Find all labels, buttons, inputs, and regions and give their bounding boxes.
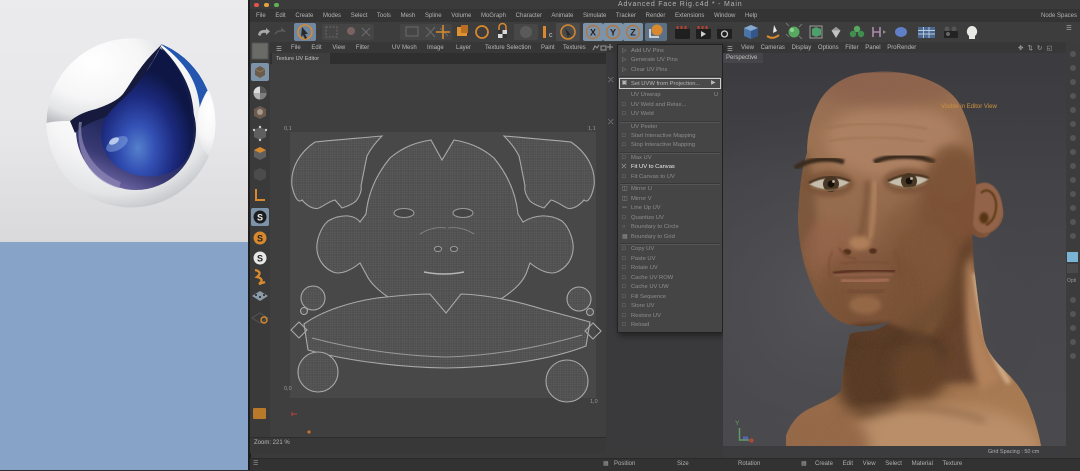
svg-text:Opti: Opti <box>1067 278 1076 284</box>
svg-text:0,1: 0,1 <box>284 126 292 132</box>
svg-text:c: c <box>549 32 553 39</box>
svg-text:X: X <box>590 28 596 38</box>
svg-text:1,0: 1,0 <box>590 399 598 405</box>
svg-text:S: S <box>257 254 263 264</box>
svg-text:Z: Z <box>630 28 636 38</box>
svg-text:Y: Y <box>735 420 740 427</box>
svg-text:1,1: 1,1 <box>588 126 596 132</box>
svg-text:0,0: 0,0 <box>284 386 292 392</box>
svg-text:Y: Y <box>610 28 616 38</box>
svg-text:S: S <box>257 234 263 244</box>
svg-text:S: S <box>257 213 263 223</box>
